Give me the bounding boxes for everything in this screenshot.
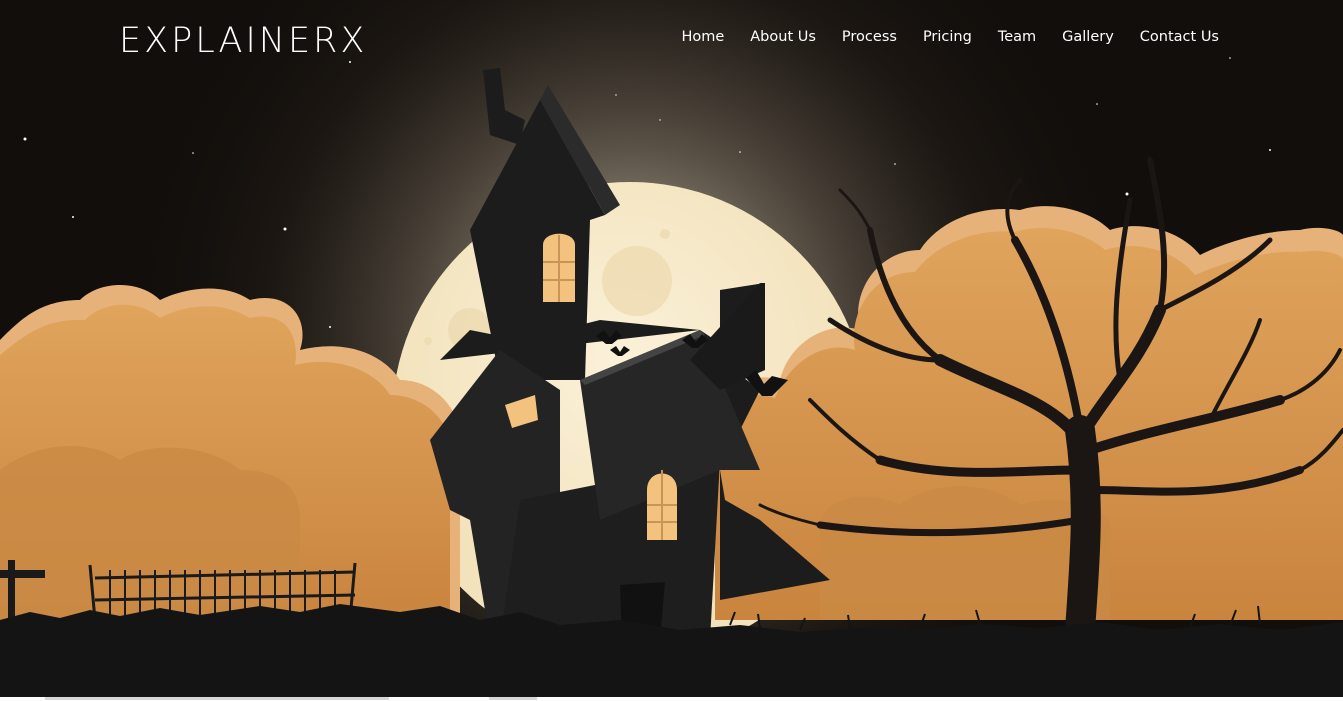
- haunted-house-illustration: [0, 0, 1343, 697]
- nav-item-home[interactable]: Home: [681, 29, 724, 45]
- scrollbar-thumb[interactable]: [45, 697, 389, 700]
- logo[interactable]: EXPLAINERX: [119, 20, 367, 62]
- nav-item-process[interactable]: Process: [842, 29, 897, 45]
- nav-item-contact-us[interactable]: Contact Us: [1140, 29, 1219, 45]
- main-nav: Home About Us Process Pricing Team Galle…: [681, 26, 1219, 48]
- nav-item-pricing[interactable]: Pricing: [923, 29, 972, 45]
- nav-item-team[interactable]: Team: [998, 29, 1036, 45]
- nav-item-gallery[interactable]: Gallery: [1062, 29, 1114, 45]
- scrollbar-thumb-secondary[interactable]: [489, 697, 537, 700]
- nav-item-about-us[interactable]: About Us: [750, 29, 816, 45]
- hero-banner: EXPLAINERX Home About Us Process Pricing…: [0, 0, 1343, 697]
